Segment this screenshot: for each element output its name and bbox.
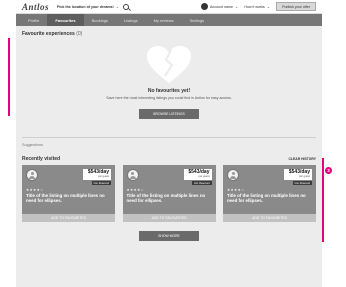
- price-unit: per guest: [198, 175, 210, 178]
- favourites-heading: Favourite experiences (0): [22, 31, 316, 37]
- recently-visited-cards: $543/day per guest Inst. Reserved ★★★★☆ …: [22, 165, 316, 222]
- tab-favourites[interactable]: Favourites: [47, 14, 84, 26]
- how-it-works-menu[interactable]: How it works: [244, 5, 264, 9]
- add-to-favourites-button[interactable]: ADD TO FAVOURITES: [22, 214, 115, 222]
- listing-card[interactable]: $543/day per guest Inst. Reserved ★★★★☆ …: [223, 165, 316, 222]
- price-box: $543/day per guest: [284, 169, 312, 180]
- account-menu[interactable]: Account name: [210, 5, 233, 9]
- browse-listings-button[interactable]: BROWSE LISTINGS: [139, 109, 199, 119]
- add-to-favourites-button[interactable]: ADD TO FAVOURITES: [223, 214, 316, 222]
- location-search[interactable]: Pick the location of your dreams!: [57, 5, 114, 9]
- main-content: Favourite experiences (0) No favourites …: [16, 26, 322, 241]
- listing-title[interactable]: Title of the listing on multiple lines n…: [127, 193, 212, 203]
- price-box: $543/day per guest: [183, 169, 212, 180]
- broken-heart-icon: [145, 45, 193, 85]
- empty-state-title: No favourites yet!: [147, 88, 191, 94]
- host-avatar-icon: [227, 169, 239, 181]
- favourites-count: (0): [76, 31, 83, 37]
- publish-offer-button[interactable]: Publish your offer: [276, 2, 316, 11]
- logo[interactable]: Antlos: [22, 2, 49, 12]
- rating-stars: ★★★★☆: [126, 188, 145, 192]
- listing-card[interactable]: $543/day per guest Inst. Reserved ★★★★☆ …: [22, 165, 115, 222]
- host-avatar-icon: [26, 169, 38, 181]
- suggestions-label: Suggestions: [22, 143, 43, 147]
- instant-badge: Inst. Reserved: [192, 181, 212, 185]
- search-icon[interactable]: [123, 3, 130, 10]
- app-frame: Antlos Pick the location of your dreams!…: [16, 0, 322, 287]
- profile-tabs: Profile Favourites Bookings Listings My …: [16, 14, 322, 26]
- tab-settings[interactable]: Settings: [182, 14, 212, 26]
- top-bar: Antlos Pick the location of your dreams!…: [16, 0, 322, 14]
- empty-state-description: Save here the most interesting listings …: [106, 96, 232, 100]
- listing-card[interactable]: $543/day per guest Inst. Reserved ★★★★☆ …: [122, 165, 216, 222]
- show-more-button[interactable]: SHOW MORE: [139, 231, 199, 241]
- divider: [22, 137, 316, 138]
- chevron-down-icon[interactable]: ⌄: [116, 4, 119, 9]
- price-box: $543/day per guest: [83, 169, 111, 180]
- host-avatar-icon: [126, 169, 139, 181]
- tab-bookings[interactable]: Bookings: [84, 14, 116, 26]
- price-unit: per guest: [98, 175, 109, 178]
- annotation-marker-3: 3: [325, 167, 332, 174]
- add-to-favourites-button[interactable]: ADD TO FAVOURITES: [122, 214, 216, 222]
- tab-profile[interactable]: Profile: [20, 14, 47, 26]
- instant-badge: Inst. Reserved: [91, 181, 111, 185]
- favourites-title: Favourite experiences: [22, 31, 75, 37]
- chevron-down-icon[interactable]: ⌄: [267, 4, 270, 9]
- rating-stars: ★★★★☆: [26, 188, 44, 192]
- listing-title[interactable]: Title of the listing on multiple lines n…: [227, 193, 312, 203]
- tab-my-reviews[interactable]: My reviews: [146, 14, 182, 26]
- instant-badge: Inst. Reserved: [292, 181, 312, 185]
- price-unit: per guest: [299, 175, 310, 178]
- tab-listings[interactable]: Listings: [116, 14, 146, 26]
- recently-visited-title: Recently visited: [22, 156, 61, 162]
- account-avatar-icon[interactable]: [201, 3, 209, 10]
- chevron-down-icon[interactable]: ⌄: [235, 4, 238, 9]
- rating-stars: ★★★★☆: [227, 188, 245, 192]
- listing-title[interactable]: Title of the listing on multiple lines n…: [26, 193, 111, 203]
- annotation-bar-right: [322, 158, 324, 242]
- recently-visited-header: Recently visited CLEAR HISTORY: [22, 156, 316, 162]
- annotation-bar-left: [8, 38, 10, 116]
- clear-history-link[interactable]: CLEAR HISTORY: [288, 157, 316, 161]
